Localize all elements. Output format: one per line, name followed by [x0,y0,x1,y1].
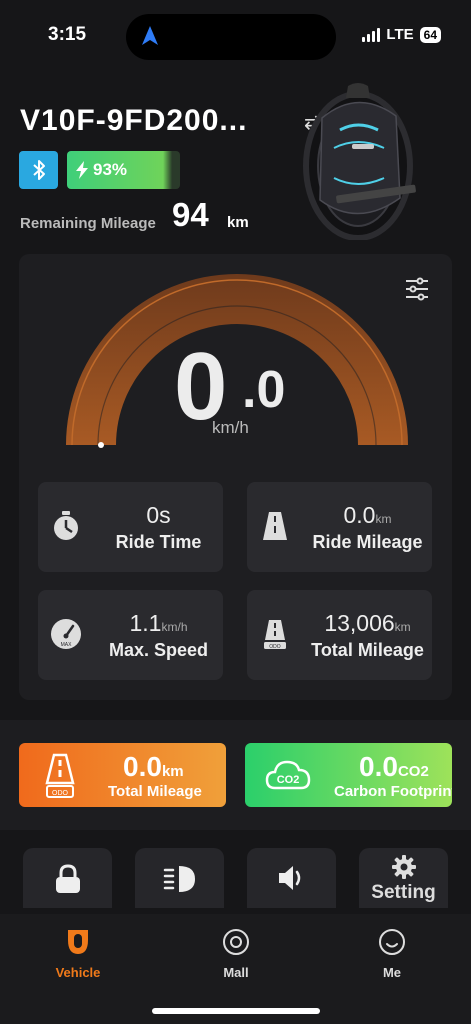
remaining-mileage-unit: km [227,214,249,231]
setting-label: Setting [371,882,436,903]
speedometer-icon: MAX [51,619,81,649]
svg-text:MAX: MAX [61,642,73,648]
stat-value: 0s [146,502,171,528]
mall-icon [223,929,249,955]
headlight-button[interactable] [135,848,224,908]
status-time: 3:15 [48,24,87,45]
bluetooth-icon [32,160,45,180]
smiley-icon [379,929,405,955]
stat-value: 0.0 [343,502,376,528]
gear-icon [392,855,416,879]
device-name[interactable]: V10F-9FD200... [20,104,247,138]
unicycle-tab-icon [68,930,88,954]
speed-unit: km/h [212,418,249,437]
stat-max-speed: MAX 1.1km/h Max. Speed [38,590,223,680]
home-indicator[interactable] [152,1008,320,1014]
co2-cloud-icon: CO2 [265,760,311,790]
sound-button[interactable] [247,848,336,908]
odometer-road-icon: ODO [45,753,75,798]
signal-icon [362,27,381,42]
carbon-label: Carbon Footprint [334,783,452,800]
lock-icon [56,864,80,893]
setting-button[interactable]: Setting [359,848,448,908]
speaker-icon [279,866,301,890]
stat-ride-mileage: 0.0km Ride Mileage [247,482,432,572]
battery-level: 64 [419,26,441,43]
nav-mall-label: Mall [223,965,249,980]
bluetooth-badge[interactable] [19,151,58,189]
stat-value: 13,006 [324,610,395,636]
remaining-mileage-value: 94 [172,196,209,233]
carbon-unit: CO2 [397,763,429,780]
nav-me-label: Me [382,965,402,980]
svg-text:ODO: ODO [269,644,281,650]
headlight-icon [163,866,195,892]
total-mileage-card[interactable]: ODO 0.0km Total Mileage [19,743,226,807]
network-type: LTE [386,26,414,43]
lightning-icon [76,161,88,179]
nav-vehicle-label: Vehicle [55,965,101,980]
stat-total-mileage: ODO 13,006km Total Mileage [247,590,432,680]
stat-label: Total Mileage [311,640,424,660]
svg-text:ODO: ODO [52,790,69,797]
lock-button[interactable] [23,848,112,908]
unicycle-image [303,83,416,240]
total-mileage-unit: km [161,763,184,780]
total-mileage-value: 0.0 [123,751,162,782]
carbon-value: 0.0 [359,751,398,782]
odometer-road-icon: ODO [264,620,286,650]
stat-unit: km [375,512,392,526]
speed-decimal: .0 [242,361,286,419]
remaining-mileage-label: Remaining Mileage [20,215,156,232]
co2-icon-text: CO2 [277,774,300,786]
stopwatch-icon [54,511,78,540]
stat-ride-time: 0s Ride Time [38,482,223,572]
nav-me[interactable]: Me [352,928,432,980]
battery-percent: 93% [93,160,128,179]
stat-unit: km/h [161,620,188,634]
nav-vehicle[interactable]: Vehicle [38,928,118,980]
nav-mall[interactable]: Mall [196,928,276,980]
dynamic-island [126,14,336,60]
location-arrow-icon [142,26,158,45]
stat-unit: km [394,620,411,634]
stat-value: 1.1 [129,610,162,636]
status-indicators: LTE 64 [362,26,441,43]
stat-label: Ride Mileage [312,532,423,552]
stat-label: Ride Time [115,532,202,552]
total-mileage-label: Total Mileage [108,783,202,800]
battery-badge: 93% [67,151,180,189]
carbon-footprint-card[interactable]: CO2 0.0CO2 Carbon Footprint [245,743,452,807]
road-icon [263,512,287,540]
stat-label: Max. Speed [108,640,209,660]
